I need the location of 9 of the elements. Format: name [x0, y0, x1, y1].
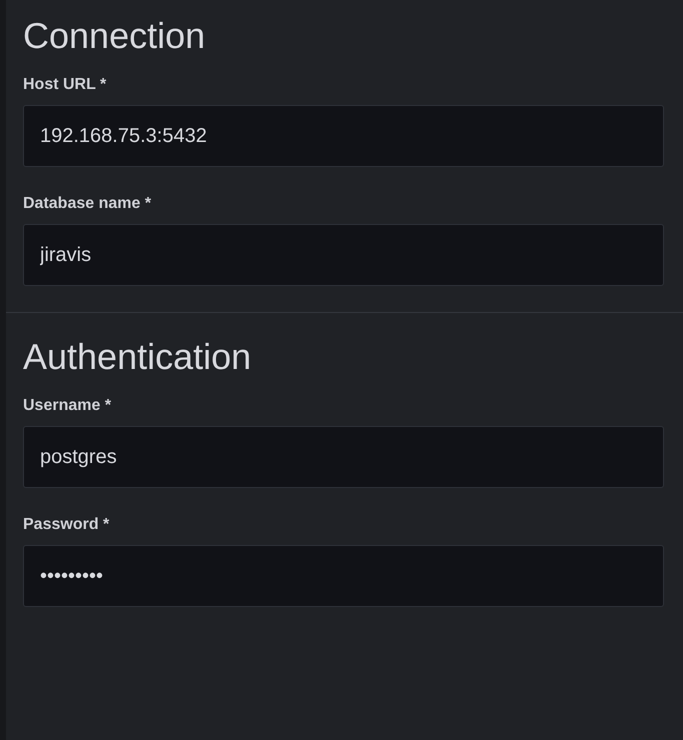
- field-label: Username *: [23, 396, 112, 416]
- section-heading: Authentication: [23, 335, 252, 379]
- input-field[interactable]: 192.168.75.3:5432: [23, 105, 664, 167]
- field-label: Database name *: [23, 194, 152, 214]
- field-label: Host URL *: [23, 75, 108, 95]
- section-heading: Connection: [23, 14, 206, 58]
- field-label: Password *: [23, 515, 110, 535]
- input-field[interactable]: •••••••••: [23, 545, 664, 607]
- input-field[interactable]: postgres: [23, 426, 664, 488]
